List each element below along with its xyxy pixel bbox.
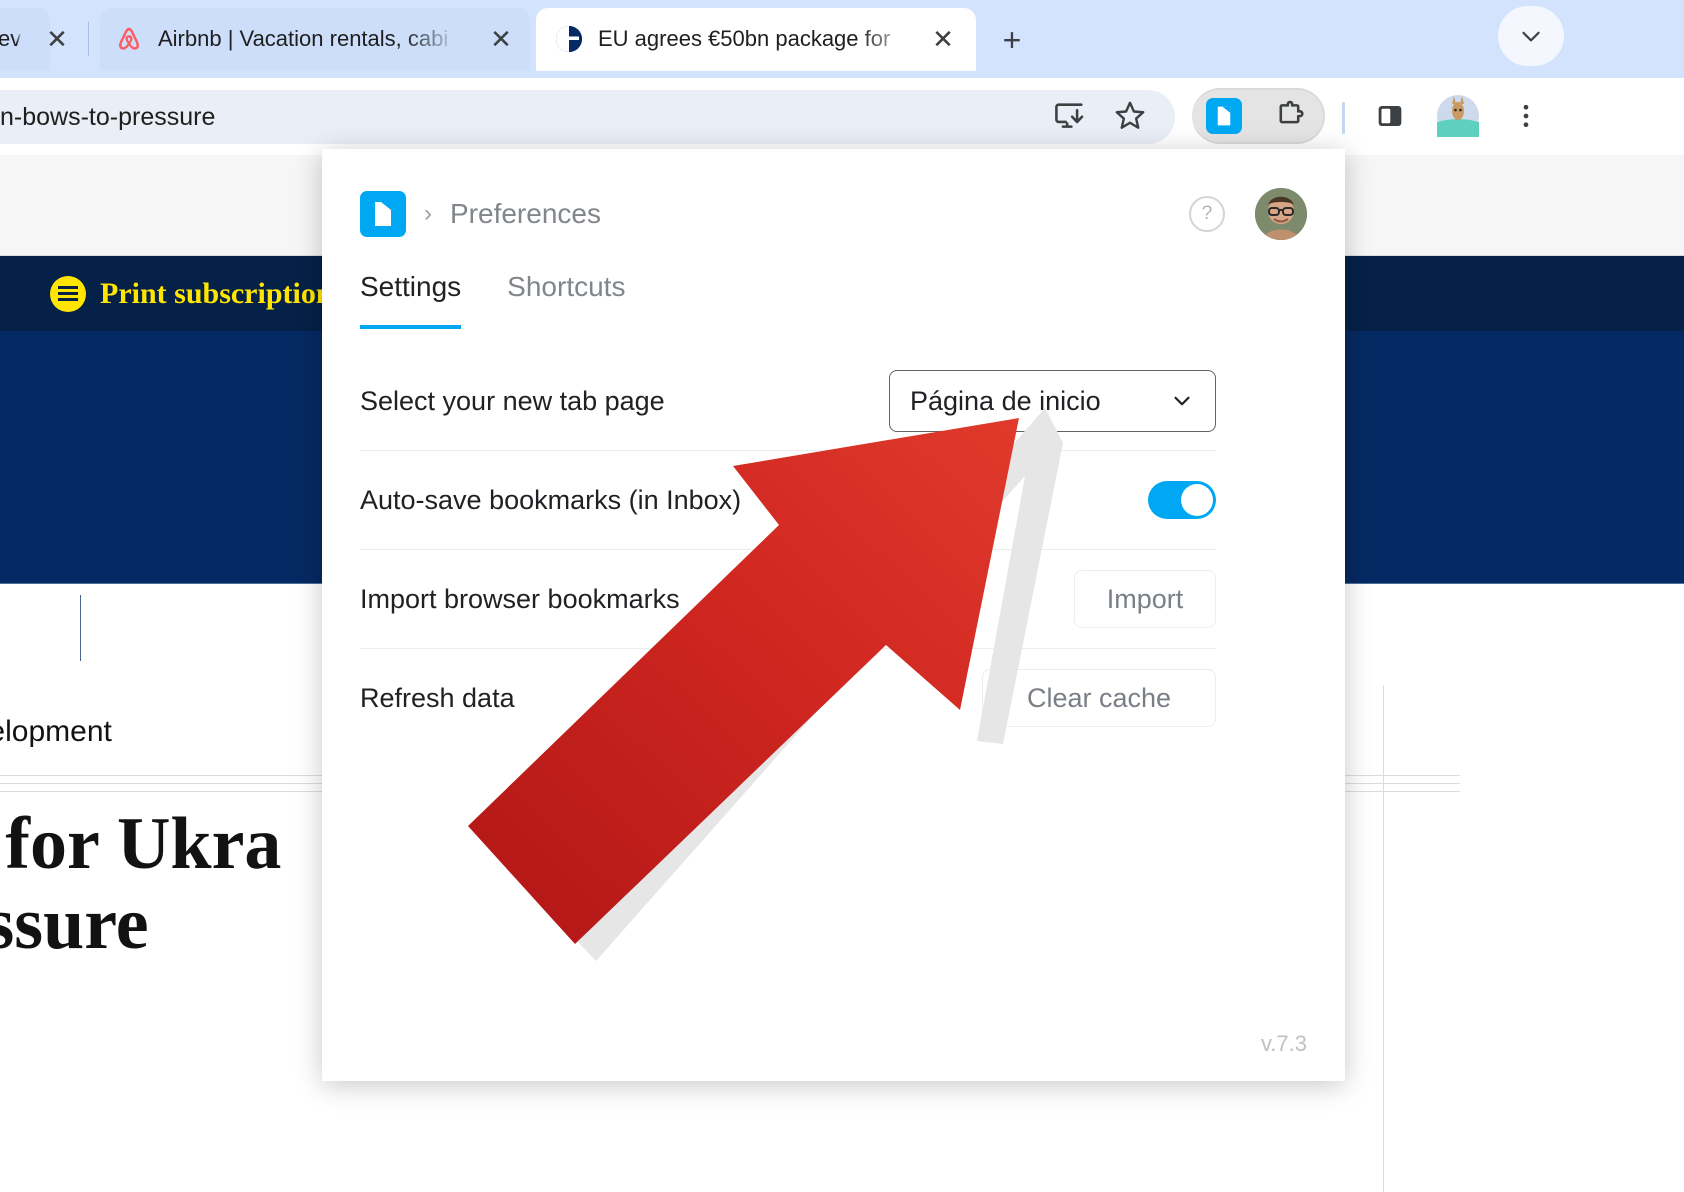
- row-label-auto-save-bookmarks: Auto-save bookmarks (in Inbox): [360, 484, 742, 515]
- new-tab-page-select[interactable]: Página de inicio: [889, 370, 1216, 432]
- version-label: v.7.3: [1260, 1031, 1307, 1056]
- import-button[interactable]: Import: [1074, 570, 1216, 628]
- row-label-import-bookmarks: Import browser bookmarks: [360, 583, 680, 614]
- install-app-icon[interactable]: [1046, 92, 1094, 140]
- tab-shortcuts[interactable]: Shortcuts: [507, 271, 625, 329]
- tab-0-close-icon[interactable]: ✕: [40, 22, 74, 56]
- tab-settings[interactable]: Settings: [360, 271, 462, 329]
- print-subscription-label: Print subscription: [100, 276, 333, 310]
- row-label-refresh-data: Refresh data: [360, 682, 515, 713]
- avatar[interactable]: [1255, 188, 1307, 240]
- breeze-logo-glyph: [375, 202, 391, 226]
- popup-tabs: Settings Shortcuts: [360, 271, 625, 329]
- toolbar-divider: [1342, 102, 1345, 134]
- tab-separator-0: [88, 22, 89, 56]
- breeze-extension-glyph: [1206, 98, 1242, 134]
- browser-toolbar: n-bows-to-pressure: [0, 78, 1684, 155]
- breeze-logo-icon[interactable]: [360, 191, 406, 237]
- row-new-tab-page: Select your new tab page Página de inici…: [360, 352, 1216, 451]
- popup-header: › Preferences ?: [360, 184, 1307, 244]
- profile-avatar-icon[interactable]: [1434, 92, 1482, 140]
- row-auto-save-bookmarks: Auto-save bookmarks (in Inbox): [360, 451, 1216, 550]
- tab-2[interactable]: EU agrees €50bn package for: [536, 8, 976, 70]
- airbnb-icon: [112, 22, 146, 56]
- airbnb-glyph: [119, 27, 139, 50]
- article-section-label[interactable]: obal development: [0, 715, 112, 749]
- avatar-photo: [1255, 188, 1307, 240]
- breadcrumb-separator-icon: ›: [424, 200, 432, 227]
- auto-save-bookmarks-toggle[interactable]: [1148, 481, 1216, 519]
- new-tab-button[interactable]: +: [992, 20, 1032, 60]
- guardian-glyph: [556, 26, 582, 52]
- help-icon[interactable]: ?: [1189, 196, 1225, 232]
- page-title: Preferences: [450, 198, 601, 229]
- tab-search-button[interactable]: [1498, 6, 1564, 66]
- clear-cache-button[interactable]: Clear cache: [982, 669, 1216, 727]
- puzzle-glyph: [1279, 100, 1304, 124]
- print-subscription-label-wrap: Print subscription: [50, 275, 333, 312]
- breeze-extension-icon[interactable]: [1200, 92, 1248, 140]
- article-headline-line2: pressure: [0, 882, 149, 965]
- newspaper-icon: [50, 275, 86, 312]
- kebab-menu-glyph: [1523, 104, 1529, 128]
- browser-chrome: ev ✕ Airbnb | Vacation rentals, cabi ✕ E…: [0, 0, 1684, 155]
- article-headline-line1: age for Ukra: [0, 803, 282, 885]
- guardian-icon: [552, 22, 586, 56]
- tab-strip: ev ✕ Airbnb | Vacation rentals, cabi ✕ E…: [0, 0, 1684, 78]
- row-refresh-data: Refresh data Clear cache: [360, 649, 1216, 747]
- article-headline: age for Ukra pressure: [0, 803, 282, 965]
- tab-2-close-icon[interactable]: ✕: [926, 22, 960, 56]
- tab-0-title: ev: [0, 26, 22, 51]
- tab-2-title: EU agrees €50bn package for: [598, 26, 891, 51]
- extensions-puzzle-icon[interactable]: [1266, 92, 1314, 140]
- bookmark-star-glyph: [1115, 101, 1145, 129]
- bookmark-star-icon[interactable]: [1106, 92, 1154, 140]
- row-label-new-tab-page: Select your new tab page: [360, 385, 665, 416]
- row-import-bookmarks: Import browser bookmarks Import: [360, 550, 1216, 649]
- install-app-glyph: [1055, 103, 1084, 128]
- chevron-down-icon: [1522, 31, 1540, 42]
- tab-1-close-icon[interactable]: ✕: [484, 22, 518, 56]
- tab-1[interactable]: Airbnb | Vacation rentals, cabi: [100, 8, 530, 70]
- article-column-rule: [1383, 685, 1384, 1192]
- chrome-menu-icon[interactable]: [1502, 92, 1550, 140]
- extension-preferences-popup: › Preferences ? Settings Shortcuts Selec…: [322, 149, 1345, 1081]
- chevron-down-icon: [1174, 396, 1190, 406]
- address-bar-url: n-bows-to-pressure: [0, 102, 216, 131]
- settings-rows: Select your new tab page Página de inici…: [360, 352, 1216, 747]
- side-panel-glyph: [1378, 106, 1402, 126]
- nav-item-lifestyle[interactable]: Lifestyle: [97, 600, 273, 655]
- new-tab-page-select-value: Página de inicio: [910, 385, 1101, 416]
- breeze-extension-shape: [1217, 106, 1231, 126]
- tab-1-title: Airbnb | Vacation rentals, cabi: [158, 26, 449, 51]
- side-panel-icon[interactable]: [1366, 92, 1414, 140]
- nav-item-divider: [80, 595, 81, 661]
- address-bar[interactable]: n-bows-to-pressure: [0, 90, 1175, 144]
- profile-avatar-glyph: [1437, 95, 1479, 137]
